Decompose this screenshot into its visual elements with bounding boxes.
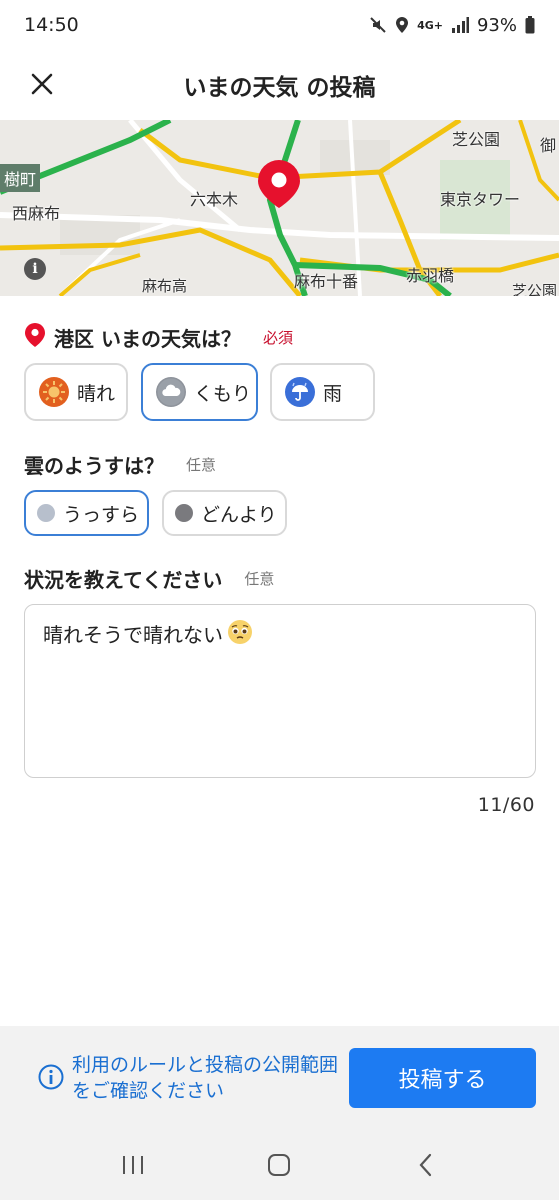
signal-icon — [451, 17, 469, 33]
weather-option-label: くもり — [194, 382, 252, 405]
map-label-tokyo-tower: 東京タワー — [440, 190, 521, 209]
weather-option-label: 雨 — [323, 382, 343, 405]
app-header: いまの天気 の投稿 — [0, 50, 559, 120]
cloud-option-label: どんより — [201, 503, 277, 526]
map-label-shiba-koen-2: 芝公園 — [512, 282, 558, 296]
battery-icon — [525, 16, 535, 34]
optional-badge: 任意 — [244, 570, 275, 588]
page-title: いまの天気 の投稿 — [183, 75, 376, 101]
comment-text: 晴れそうで晴れない — [43, 623, 223, 647]
rules-link[interactable]: 利用のルールと投稿の公開範囲をご確認ください — [38, 1052, 338, 1104]
weather-section-title: 港区 いまの天気は？ 必須 — [24, 322, 293, 352]
comment-section-title: 状況を教えてください 任意 — [24, 564, 274, 593]
battery-percent: 93% — [476, 14, 517, 36]
cloud-option-label: うっすら — [63, 503, 140, 526]
light-cloud-dot-icon — [37, 504, 55, 522]
umbrella-icon — [285, 377, 315, 407]
back-icon — [419, 1153, 431, 1177]
dark-cloud-dot-icon — [175, 504, 193, 522]
back-button[interactable] — [396, 1135, 456, 1195]
home-icon — [268, 1154, 291, 1176]
required-badge: 必須 — [262, 328, 293, 347]
info-icon — [38, 1064, 64, 1104]
status-time: 14:50 — [24, 14, 79, 36]
comment-textarea[interactable]: 晴れそうで晴れない — [24, 604, 536, 778]
comment-question: 状況を教えてください — [24, 568, 223, 592]
home-button[interactable] — [249, 1135, 309, 1195]
cloud-option-overcast[interactable]: どんより — [162, 490, 287, 536]
status-bar: 14:50 4G+ 93% — [0, 0, 559, 50]
location-pin-icon — [24, 322, 46, 352]
close-icon — [31, 73, 53, 95]
location-map[interactable]: 芝公園 御 六本木 東京タワー 西麻布 麻布十番 赤羽橋 麻布高 芝公園 樹町 … — [0, 120, 559, 296]
status-icons: 4G+ 93% — [369, 15, 535, 36]
character-counter: 11/60 — [477, 794, 535, 816]
weather-option-sunny[interactable]: 晴れ — [24, 363, 128, 421]
sun-icon — [39, 377, 69, 407]
network-type: 4G+ — [417, 18, 443, 32]
map-label-roppongi: 六本木 — [190, 190, 239, 209]
cloud-option-thin[interactable]: うっすら — [24, 490, 149, 536]
cloud-section-title: 雲のようすは？ 任意 — [24, 450, 216, 479]
close-button[interactable] — [22, 64, 62, 104]
weather-option-label: 晴れ — [77, 382, 116, 405]
mute-icon — [369, 16, 387, 34]
optional-badge: 任意 — [186, 456, 217, 474]
map-label-itsuki-cho: 樹町 — [0, 164, 41, 192]
rules-link-text: 利用のルールと投稿の公開範囲をご確認ください — [72, 1054, 339, 1102]
map-label-azabu-juban: 麻布十番 — [294, 272, 359, 291]
map-label-shiba-koen: 芝公園 — [452, 130, 501, 149]
weather-option-cloudy[interactable]: くもり — [141, 363, 258, 421]
system-nav-bar — [0, 1130, 559, 1200]
pleading-face-emoji-icon — [227, 619, 253, 650]
submit-button[interactable]: 投稿する — [349, 1048, 536, 1108]
map-label-nishiazabu: 西麻布 — [12, 204, 61, 223]
cloud-question: 雲のようすは？ — [24, 454, 164, 478]
map-label-akabanebashi: 赤羽橋 — [406, 266, 455, 285]
weather-question: 港区 いまの天気は？ — [54, 326, 241, 351]
map-label-azabu-ko: 麻布高 — [142, 277, 188, 295]
recent-apps-icon — [123, 1156, 144, 1174]
cloud-icon — [156, 377, 186, 407]
map-label-on: 御 — [540, 136, 557, 155]
recent-apps-button[interactable] — [103, 1135, 163, 1195]
weather-option-rain[interactable]: 雨 — [270, 363, 375, 421]
map-info-icon[interactable]: i — [24, 258, 46, 280]
location-icon — [395, 16, 409, 34]
